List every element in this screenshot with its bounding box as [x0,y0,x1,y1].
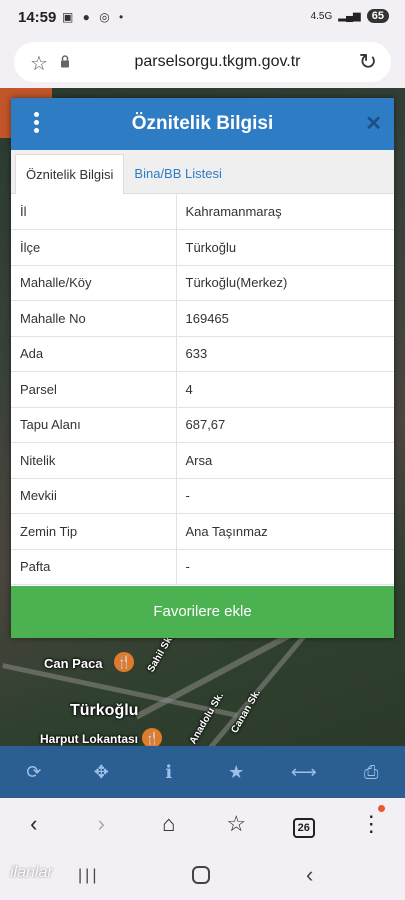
address-field[interactable]: ☆ parselsorgu.tkgm.gov.tr ↻ [14,42,391,82]
bookmarks-star-icon[interactable]: ☆ [216,811,256,837]
attr-value: Türkoğlu(Merkez) [176,265,394,301]
watermark-text: ilanlar [10,864,53,881]
attr-key: Mahalle/Köy [11,265,177,301]
attr-value: Arsa [176,442,394,479]
attr-key: Parsel [11,371,177,408]
attr-value: Kahramanmaraş [176,194,394,230]
info-icon[interactable]: ℹ [149,762,189,783]
attr-key: Ada [11,336,177,372]
table-row: Mahalle No 169465 [11,300,394,337]
table-row: Mahalle/Köy Türkoğlu(Merkez) [11,265,394,301]
system-home-icon[interactable] [192,866,210,884]
attribute-info-dialog: Öznitelik Bilgisi ✕ Öznitelik Bilgisi Bin… [11,98,394,638]
attr-value: Ana Taşınmaz [176,513,394,550]
browser-toolbar: ‹ › ⌂ ☆ 26 ⋮ [0,798,405,850]
attr-value: 633 [176,336,394,372]
map-label-harput: Harput Lokantası [40,732,139,746]
restaurant-pin-icon[interactable]: 🍴 [142,728,162,748]
attr-value: 169465 [176,300,394,337]
forward-icon[interactable]: › [81,811,121,837]
table-row: Tapu Alanı 687,67 [11,407,394,443]
status-bar: 14:59 ▣ ● ◎ • 4.5G ▂▄▆ 65 [0,0,405,36]
browser-url-bar: ☆ parselsorgu.tkgm.gov.tr ↻ [0,36,405,88]
notification-dot [378,805,386,812]
attr-value: 4 [176,371,394,408]
add-favorite-button[interactable]: Favorilere ekle [11,586,394,638]
table-row: Zemin Tip Ana Taşınmaz [11,513,394,550]
attr-key: İl [11,194,177,230]
map-label-can-paca: Can Paca [44,656,103,671]
table-row: Nitelik Arsa [11,442,394,479]
dialog-header: Öznitelik Bilgisi ✕ [11,98,394,150]
attr-key: Mevkii [11,478,177,514]
refresh-icon[interactable]: ⟳ [14,762,54,783]
restaurant-pin-icon[interactable]: 🍴 [114,652,134,672]
attr-value: - [176,549,394,585]
recents-icon[interactable]: ||| [78,867,99,885]
map-toolbar: ⟳ ✥ ℹ ★ ⟷ ⎙ [0,746,405,798]
attr-key: Mahalle No [11,300,177,337]
table-row: Parsel 4 [11,371,394,408]
table-row: İl Kahramanmaraş [11,194,394,230]
print-icon[interactable]: ⎙ [351,762,391,783]
favorite-star-icon[interactable]: ★ [216,762,256,783]
map-label-sahil: Sahil Sk. [145,632,177,675]
attr-key: İlçe [11,229,177,266]
attr-key: Zemin Tip [11,513,177,550]
table-row: Mevkii - [11,478,394,514]
table-row: Pafta - [11,549,394,585]
attribute-table: İl Kahramanmaraş İlçe Türkoğlu Mahalle/Köy… [11,194,394,585]
tab-building-list[interactable]: Bina/BB Listesi [124,154,231,194]
reload-icon[interactable]: ↻ [359,49,377,75]
status-time: 14:59 [18,9,57,26]
back-icon[interactable]: ‹ [14,811,54,837]
measure-icon[interactable]: ⟷ [284,762,324,783]
tabs-button[interactable]: 26 [284,811,324,838]
locate-icon[interactable]: ✥ [81,762,121,783]
signal-icon: ▂▄▆ [338,10,361,22]
notification-icons: ▣ ● ◎ • [62,10,127,24]
attr-value: 687,67 [176,407,394,443]
close-icon[interactable]: ✕ [365,111,382,136]
dialog-tabs: Öznitelik Bilgisi Bina/BB Listesi [11,150,394,194]
network-type: 4.5G [310,10,333,22]
map-label-turkoglu: Türkoğlu [70,702,139,719]
table-row: İlçe Türkoğlu [11,229,394,266]
table-row: Ada 633 [11,336,394,372]
more-menu-icon[interactable]: ⋮ [351,805,391,837]
dialog-title: Öznitelik Bilgisi [131,113,274,134]
attr-key: Tapu Alanı [11,407,177,443]
attr-value: - [176,478,394,514]
battery-level: 65 [366,9,389,23]
attr-key: Nitelik [11,442,177,479]
url-text[interactable]: parselsorgu.tkgm.gov.tr [14,53,391,71]
tab-count: 26 [292,817,315,838]
attr-key: Pafta [11,549,177,585]
home-icon[interactable]: ⌂ [149,811,189,837]
system-navigation: ilanlar ||| ‹ [0,850,405,900]
status-indicators: 4.5G ▂▄▆ 65 [311,9,389,23]
attr-value: Türkoğlu [176,229,394,266]
tab-attribute-info[interactable]: Öznitelik Bilgisi [15,154,125,194]
system-back-icon[interactable]: ‹ [306,862,313,888]
